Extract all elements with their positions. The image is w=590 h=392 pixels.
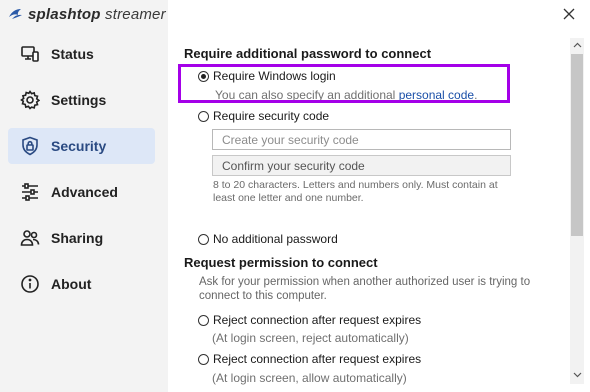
radio-label: No additional password bbox=[213, 232, 338, 246]
windows-login-hint: You can also specify an additional perso… bbox=[215, 88, 477, 102]
password-section-title: Require additional password to connect bbox=[184, 46, 432, 61]
sidebar-item-advanced[interactable]: Advanced bbox=[8, 174, 155, 210]
chevron-up-icon bbox=[573, 42, 581, 48]
permission-description: Ask for your permission when another aut… bbox=[199, 276, 531, 302]
input-placeholder: Confirm your security code bbox=[222, 158, 365, 173]
security-code-rules: 8 to 20 characters. Letters and numbers … bbox=[213, 179, 498, 204]
sidebar-item-settings[interactable]: Settings bbox=[8, 82, 155, 118]
sidebar-item-label: Security bbox=[51, 138, 107, 154]
sidebar-item-security[interactable]: Security bbox=[8, 128, 155, 164]
scroll-down-button[interactable] bbox=[570, 368, 584, 382]
radio-windows-login[interactable]: Require Windows login bbox=[198, 69, 336, 83]
sidebar-item-label: Settings bbox=[51, 92, 107, 108]
radio-label: Reject connection after request expires bbox=[213, 313, 422, 327]
gear-icon bbox=[18, 88, 42, 112]
radio-button[interactable] bbox=[198, 314, 209, 326]
radio-label: Require Windows login bbox=[213, 69, 336, 83]
radio-no-password[interactable]: No additional password bbox=[198, 232, 338, 246]
radio-button[interactable] bbox=[198, 70, 209, 82]
sidebar-item-label: Sharing bbox=[51, 230, 104, 246]
scrollbar-thumb[interactable] bbox=[571, 54, 583, 236]
splashtop-logo-icon bbox=[9, 9, 22, 19]
sidebar-item-label: About bbox=[51, 276, 92, 292]
brand-name: splashtop bbox=[28, 5, 101, 23]
radio-security-code[interactable]: Require security code bbox=[198, 109, 329, 123]
shield-lock-icon bbox=[18, 134, 42, 158]
sidebar-item-about[interactable]: About bbox=[8, 266, 155, 302]
hint-suffix: . bbox=[474, 88, 478, 102]
brand-product: streamer bbox=[100, 5, 166, 23]
radio-reject-connection[interactable]: Reject connection after request expires bbox=[198, 313, 421, 327]
radio-button[interactable] bbox=[198, 110, 209, 122]
allow-sub-hint: (At login screen, allow automatically) bbox=[212, 371, 407, 385]
close-icon bbox=[563, 8, 575, 20]
radio-button[interactable] bbox=[198, 233, 209, 245]
radio-label: Reject connection after request expires bbox=[213, 352, 422, 366]
sidebar: splashtop streamer Status Settings Secur… bbox=[0, 0, 168, 392]
close-button[interactable] bbox=[559, 4, 579, 24]
permission-section-title: Request permission to connect bbox=[184, 255, 378, 270]
radio-button[interactable] bbox=[198, 353, 209, 365]
sidebar-item-label: Status bbox=[51, 46, 94, 62]
input-placeholder: Create your security code bbox=[222, 132, 359, 147]
chevron-down-icon bbox=[573, 372, 581, 378]
app-logo: splashtop streamer bbox=[8, 4, 166, 24]
personal-code-link[interactable]: personal code bbox=[399, 88, 474, 102]
sidebar-item-sharing[interactable]: Sharing bbox=[8, 220, 155, 256]
radio-label: Require security code bbox=[213, 109, 330, 123]
sidebar-item-status[interactable]: Status bbox=[8, 36, 155, 72]
hint-text: You can also specify an additional bbox=[215, 88, 399, 102]
create-security-code-input[interactable]: Create your security code bbox=[212, 129, 511, 150]
info-icon bbox=[18, 272, 42, 296]
status-icon bbox=[18, 42, 42, 66]
users-icon bbox=[18, 226, 42, 250]
confirm-security-code-input[interactable]: Confirm your security code bbox=[212, 155, 511, 176]
radio-reject-allow-login[interactable]: Reject connection after request expires bbox=[198, 352, 421, 366]
sidebar-item-label: Advanced bbox=[51, 184, 118, 200]
reject-sub-hint: (At login screen, reject automatically) bbox=[212, 331, 409, 345]
sliders-icon bbox=[18, 180, 42, 204]
scroll-up-button[interactable] bbox=[570, 38, 584, 52]
